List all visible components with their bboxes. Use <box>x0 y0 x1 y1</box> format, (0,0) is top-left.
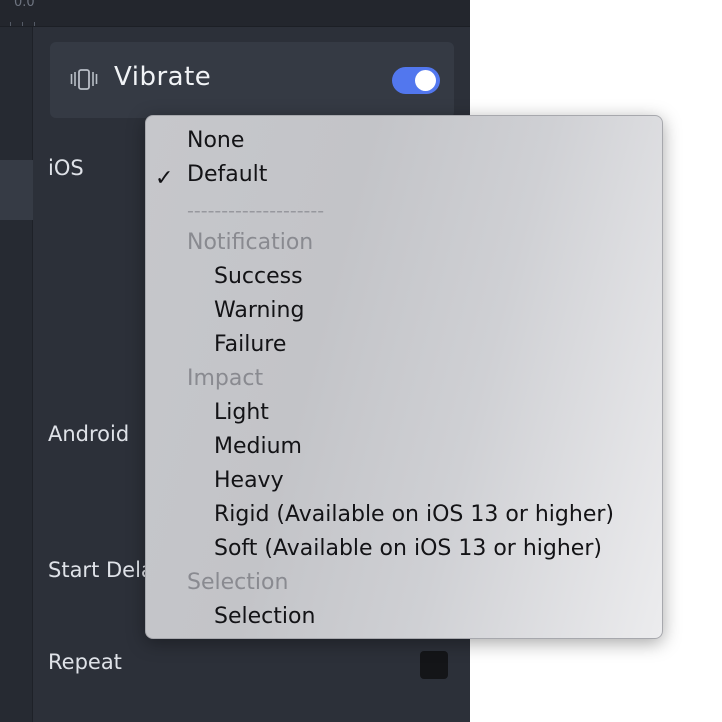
ruler-tick <box>10 22 11 26</box>
vibrate-title: Vibrate <box>114 62 212 92</box>
menu-header-notification: Notification <box>187 230 314 255</box>
menu-item-medium[interactable]: Medium <box>214 430 302 464</box>
menu-item-default[interactable]: Default <box>187 158 267 192</box>
ios-label: iOS <box>48 156 84 180</box>
menu-item-rigid[interactable]: Rigid (Available on iOS 13 or higher) <box>214 498 614 532</box>
menu-item-none[interactable]: None <box>187 124 244 158</box>
left-sidebar-strip <box>0 0 33 722</box>
ios-haptic-dropdown-menu: None ✓ Default -------------------- Noti… <box>145 115 663 639</box>
android-label: Android <box>48 422 130 446</box>
vibrate-toggle[interactable] <box>392 67 440 94</box>
menu-header-selection: Selection <box>187 570 289 595</box>
timeline-ruler[interactable]: 0.0 <box>0 0 470 27</box>
vibrate-phone-icon <box>70 69 102 91</box>
menu-item-heavy[interactable]: Heavy <box>214 464 284 498</box>
ruler-tick <box>22 22 23 26</box>
repeat-checkbox[interactable] <box>420 651 448 679</box>
menu-item-success[interactable]: Success <box>214 260 303 294</box>
ruler-label: 0.0 <box>14 0 35 10</box>
menu-header-impact: Impact <box>187 366 264 391</box>
menu-item-warning[interactable]: Warning <box>214 294 304 328</box>
checkmark-icon: ✓ <box>155 166 174 191</box>
toggle-knob <box>415 70 436 91</box>
sidebar-selected-row[interactable] <box>0 160 33 220</box>
menu-item-soft[interactable]: Soft (Available on iOS 13 or higher) <box>214 532 602 566</box>
vibrate-header-card: Vibrate <box>50 42 454 118</box>
menu-item-light[interactable]: Light <box>214 396 269 430</box>
menu-item-failure[interactable]: Failure <box>214 328 286 362</box>
repeat-label: Repeat <box>48 650 122 674</box>
menu-item-selection[interactable]: Selection <box>214 600 315 634</box>
ruler-tick <box>34 22 35 26</box>
menu-separator: -------------------- <box>187 200 325 222</box>
